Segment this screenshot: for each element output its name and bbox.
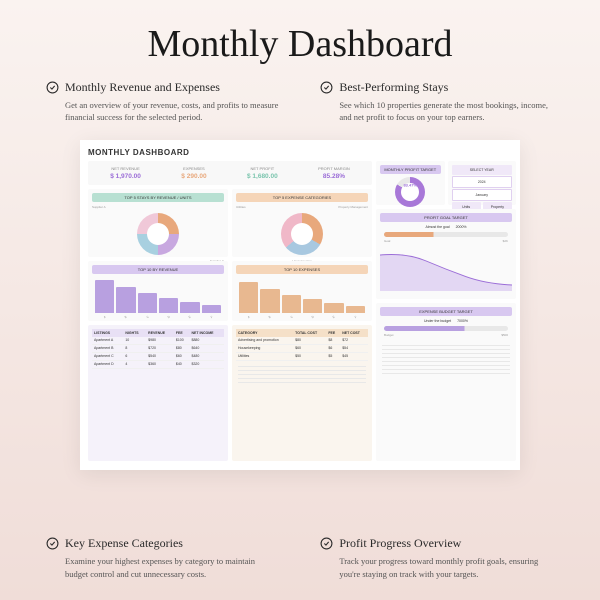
check-circle-icon xyxy=(320,537,333,550)
feature-desc: Track your progress toward monthly profi… xyxy=(320,555,554,580)
page-title: Monthly Dashboard xyxy=(0,0,600,66)
feature-best-stays: Best-Performing Stays See which 10 prope… xyxy=(320,80,554,124)
donut-chart-icon xyxy=(137,213,179,255)
donut-label: Property Management xyxy=(338,205,368,209)
year-value: 2024 xyxy=(452,176,513,188)
month-value: January xyxy=(452,189,513,201)
goal-pct: 2000% xyxy=(456,225,467,229)
metric-value: $ 1,970.00 xyxy=(110,173,141,180)
feature-title: Best-Performing Stays xyxy=(339,80,448,95)
donut-chart-icon xyxy=(395,177,425,207)
metric-label: PROFIT MARGIN xyxy=(318,166,350,171)
goal-status: Almost the goal xyxy=(425,225,449,229)
card-title: EXPENSE BUDGET TARGET xyxy=(380,307,512,316)
bar-chart xyxy=(92,277,224,313)
feature-desc: Examine your highest expenses by categor… xyxy=(46,555,280,580)
card-title: TOP 5 STAYS BY REVENUE / UNITS xyxy=(92,193,224,202)
metric-label: EXPENSES xyxy=(181,166,206,171)
card-title: TOP 5 EXPENSE CATEGORIES xyxy=(236,193,368,202)
feature-revenue: Monthly Revenue and Expenses Get an over… xyxy=(46,80,280,124)
card-title: TOP 10 BY REVENUE xyxy=(92,265,224,274)
card-title: PROFIT GOAL TARGET xyxy=(380,213,512,222)
bar-chart xyxy=(236,277,368,313)
feature-profit: Profit Progress Overview Track your prog… xyxy=(320,536,554,580)
donut-chart-icon xyxy=(281,213,323,255)
check-circle-icon xyxy=(46,537,59,550)
metrics-row: NET REVENUE $ 1,970.00 EXPENSES $ 290.00 N… xyxy=(88,161,372,185)
check-circle-icon xyxy=(46,81,59,94)
donut-label: Supplier A xyxy=(92,205,106,209)
metric-label: NET REVENUE xyxy=(110,166,141,171)
metric-value: 85.28% xyxy=(318,173,350,180)
metric-label: NET PROFIT xyxy=(247,166,278,171)
year-select: SELECT YEAR xyxy=(452,165,513,175)
listings-table: LISTINGSNIGHTSREVENUEFEENET INCOMEApartm… xyxy=(92,329,224,369)
budget-scale: $500 xyxy=(501,333,508,337)
card-title: MONTHLY PROFIT TARGET xyxy=(380,165,441,174)
metric-value: $ 290.00 xyxy=(181,173,206,180)
check-circle-icon xyxy=(320,81,333,94)
dashboard-image: MONTHLY DASHBOARD NET REVENUE $ 1,970.00 … xyxy=(80,140,520,470)
metric-value: $ 1,680.00 xyxy=(247,173,278,180)
feature-desc: Get an overview of your revenue, costs, … xyxy=(46,99,280,124)
progress-bar xyxy=(384,326,508,331)
area-chart xyxy=(380,243,512,291)
budget-status: Under the budget xyxy=(424,319,451,323)
feature-title: Profit Progress Overview xyxy=(339,536,461,551)
feature-expenses: Key Expense Categories Examine your high… xyxy=(46,536,280,580)
budget-pct: 7000% xyxy=(457,319,468,323)
card-title: TOP 10 EXPENSES xyxy=(236,265,368,274)
progress-bar xyxy=(384,232,508,237)
expenses-table: CATEGORYTOTAL COSTFEENET COSTAdvertising… xyxy=(236,329,368,361)
feature-title: Key Expense Categories xyxy=(65,536,183,551)
profit-pct: 83.47% xyxy=(403,182,417,187)
feature-title: Monthly Revenue and Expenses xyxy=(65,80,220,95)
donut-label: Utilities xyxy=(236,205,246,209)
feature-desc: See which 10 properties generate the mos… xyxy=(320,99,554,124)
dashboard-title: MONTHLY DASHBOARD xyxy=(88,148,512,157)
